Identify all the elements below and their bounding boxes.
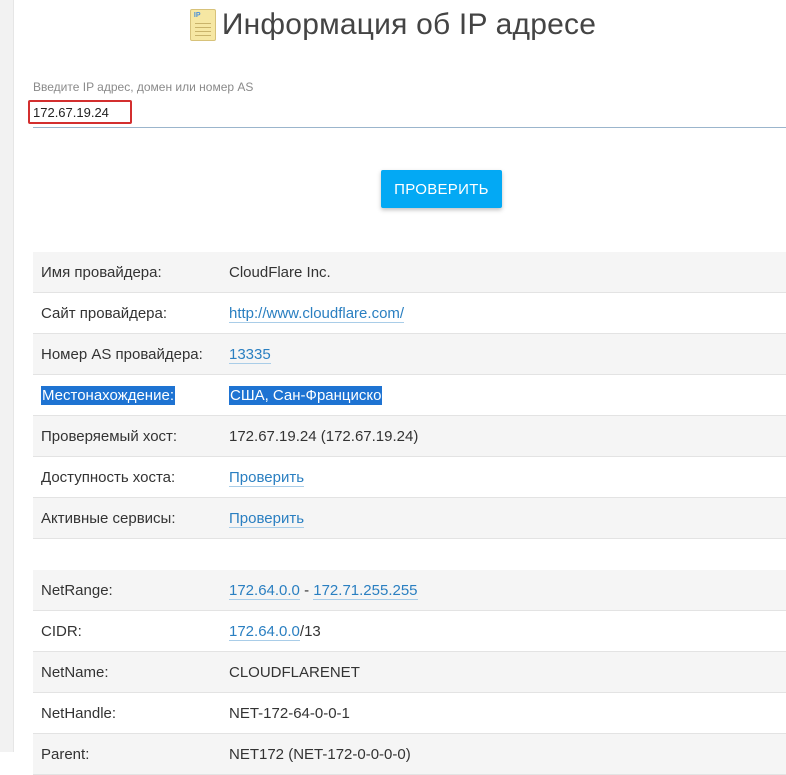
row-value: 172.67.19.24 (172.67.19.24) bbox=[229, 415, 786, 457]
row-value: Проверить bbox=[229, 497, 786, 539]
search-label: Введите IP адрес, домен или номер AS bbox=[33, 80, 254, 94]
checked-host-value: 172.67.19.24 (172.67.19.24) bbox=[229, 427, 419, 445]
ip-search-input[interactable] bbox=[33, 103, 127, 121]
active-services-label: Активные сервисы: bbox=[41, 509, 176, 527]
row-value: 172.64.0.0 - 172.71.255.255 bbox=[229, 570, 786, 611]
row-key: Имя провайдера: bbox=[33, 252, 229, 293]
cidr-suffix: /13 bbox=[299, 622, 321, 640]
table-row: Номер AS провайдера: 13335 bbox=[33, 333, 786, 375]
table-row: NetHandle: NET-172-64-0-0-1 bbox=[33, 692, 786, 734]
row-value: NET172 (NET-172-0-0-0-0) bbox=[229, 733, 786, 775]
row-key: Доступность хоста: bbox=[33, 456, 229, 498]
header: IP Информация об IP адресе bbox=[0, 8, 786, 48]
table-row: Активные сервисы: Проверить bbox=[33, 497, 786, 539]
nethandle-value: NET-172-64-0-0-1 bbox=[229, 704, 350, 722]
row-key: Местонахождение: bbox=[33, 374, 229, 416]
provider-as-label: Номер AS провайдера: bbox=[41, 345, 203, 363]
row-value: CLOUDFLARENET bbox=[229, 651, 786, 693]
check-button[interactable]: ПРОВЕРИТЬ bbox=[381, 170, 502, 208]
parent-value: NET172 (NET-172-0-0-0-0) bbox=[229, 745, 411, 763]
nethandle-label: NetHandle: bbox=[41, 704, 117, 722]
table-row: Проверяемый хост: 172.67.19.24 (172.67.1… bbox=[33, 415, 786, 457]
netrange-label: NetRange: bbox=[41, 581, 113, 599]
search-box-highlight bbox=[28, 100, 132, 124]
host-availability-check-link[interactable]: Проверить bbox=[229, 468, 305, 487]
cidr-link[interactable]: 172.64.0.0 bbox=[229, 622, 300, 641]
row-value: http://www.cloudflare.com/ bbox=[229, 292, 786, 334]
location-label: Местонахождение: bbox=[41, 385, 175, 405]
table-row: CIDR: 172.64.0.0/13 bbox=[33, 610, 786, 652]
cidr-label: CIDR: bbox=[41, 622, 82, 640]
row-key: Сайт провайдера: bbox=[33, 292, 229, 334]
ip-document-icon-tag: IP bbox=[193, 12, 201, 19]
row-value: 13335 bbox=[229, 333, 786, 375]
icon-line bbox=[194, 27, 211, 28]
header-inner: IP Информация об IP адресе bbox=[189, 8, 597, 42]
table-row: NetRange: 172.64.0.0 - 172.71.255.255 bbox=[33, 570, 786, 611]
location-value: США, Сан-Франциско bbox=[229, 385, 383, 405]
netrange-start-link[interactable]: 172.64.0.0 bbox=[229, 581, 300, 600]
netrange-end-link[interactable]: 172.71.255.255 bbox=[313, 581, 418, 600]
row-key: NetName: bbox=[33, 651, 229, 693]
ip-document-icon: IP bbox=[189, 9, 216, 41]
whois-net-table: NetRange: 172.64.0.0 - 172.71.255.255 CI… bbox=[33, 570, 786, 775]
table-row: Сайт провайдера: http://www.cloudflare.c… bbox=[33, 292, 786, 334]
row-key: Активные сервисы: bbox=[33, 497, 229, 539]
table-row: Parent: NET172 (NET-172-0-0-0-0) bbox=[33, 733, 786, 775]
row-key: Parent: bbox=[33, 733, 229, 775]
row-key: NetRange: bbox=[33, 570, 229, 611]
page-title: Информация об IP адресе bbox=[221, 8, 597, 41]
row-key: Номер AS провайдера: bbox=[33, 333, 229, 375]
host-availability-label: Доступность хоста: bbox=[41, 468, 176, 486]
search-underline bbox=[33, 127, 786, 128]
provider-name-label: Имя провайдера: bbox=[41, 263, 162, 281]
row-value: Проверить bbox=[229, 456, 786, 498]
table-row: Доступность хоста: Проверить bbox=[33, 456, 786, 498]
table-row: Местонахождение: США, Сан-Франциско bbox=[33, 374, 786, 416]
provider-info-table: Имя провайдера: CloudFlare Inc. Сайт про… bbox=[33, 252, 786, 539]
row-key: CIDR: bbox=[33, 610, 229, 652]
netrange-separator: - bbox=[299, 581, 314, 599]
row-value: США, Сан-Франциско bbox=[229, 374, 786, 416]
netname-value: CLOUDFLARENET bbox=[229, 663, 360, 681]
table-row: Имя провайдера: CloudFlare Inc. bbox=[33, 252, 786, 293]
row-value: NET-172-64-0-0-1 bbox=[229, 692, 786, 734]
left-gutter bbox=[0, 0, 14, 752]
icon-line bbox=[194, 23, 211, 24]
active-services-check-link[interactable]: Проверить bbox=[229, 509, 305, 528]
table-row: NetName: CLOUDFLARENET bbox=[33, 651, 786, 693]
row-value: CloudFlare Inc. bbox=[229, 252, 786, 293]
netname-label: NetName: bbox=[41, 663, 109, 681]
provider-site-link[interactable]: http://www.cloudflare.com/ bbox=[229, 304, 405, 323]
icon-line bbox=[194, 31, 211, 32]
row-key: NetHandle: bbox=[33, 692, 229, 734]
provider-name-value: CloudFlare Inc. bbox=[229, 263, 331, 281]
checked-host-label: Проверяемый хост: bbox=[41, 427, 178, 445]
parent-label: Parent: bbox=[41, 745, 90, 763]
row-value: 172.64.0.0/13 bbox=[229, 610, 786, 652]
provider-as-link[interactable]: 13335 bbox=[229, 345, 271, 364]
icon-line bbox=[194, 35, 211, 36]
row-key: Проверяемый хост: bbox=[33, 415, 229, 457]
provider-site-label: Сайт провайдера: bbox=[41, 304, 168, 322]
